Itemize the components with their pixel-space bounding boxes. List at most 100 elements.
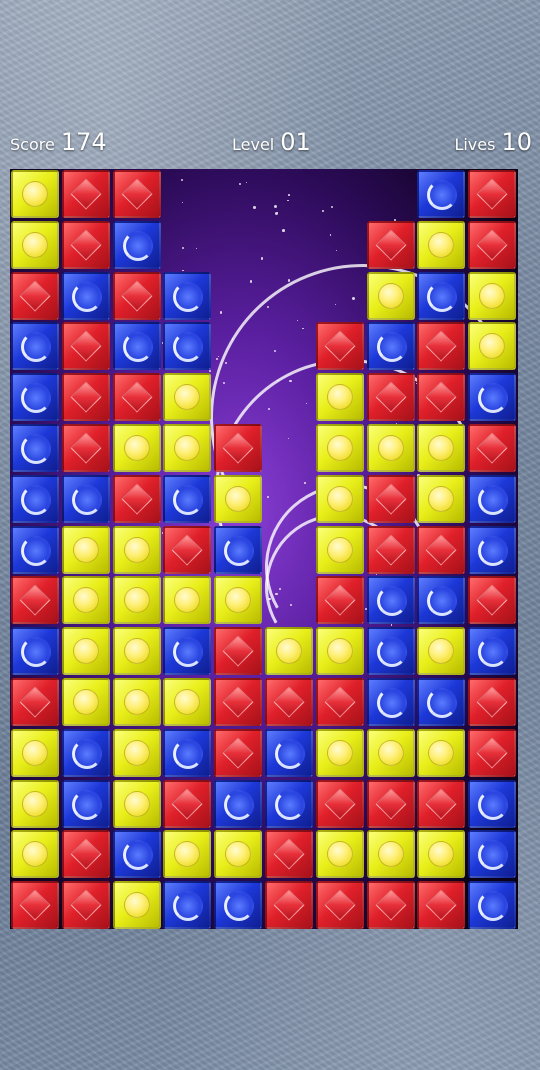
red-diamond-tile[interactable] [417, 373, 466, 422]
game-board[interactable] [10, 169, 518, 930]
red-diamond-tile[interactable] [214, 728, 263, 777]
yellow-circle-tile[interactable] [214, 576, 263, 625]
yellow-circle-tile[interactable] [112, 728, 161, 777]
yellow-circle-tile[interactable] [112, 779, 161, 828]
red-diamond-tile[interactable] [61, 830, 110, 879]
red-diamond-tile[interactable] [417, 779, 466, 828]
blue-moon-tile[interactable] [163, 474, 212, 523]
red-diamond-tile[interactable] [61, 881, 110, 930]
red-diamond-tile[interactable] [417, 881, 466, 930]
yellow-circle-tile[interactable] [366, 424, 415, 472]
red-diamond-tile[interactable] [468, 576, 517, 625]
blue-moon-tile[interactable] [61, 779, 110, 828]
red-diamond-tile[interactable] [112, 170, 161, 218]
yellow-circle-tile[interactable] [112, 424, 161, 472]
red-diamond-tile[interactable] [11, 881, 59, 930]
blue-moon-tile[interactable] [468, 474, 517, 523]
blue-moon-tile[interactable] [112, 830, 161, 879]
yellow-circle-tile[interactable] [163, 678, 212, 726]
blue-moon-tile[interactable] [163, 627, 212, 676]
yellow-circle-tile[interactable] [366, 271, 415, 320]
blue-moon-tile[interactable] [417, 678, 466, 726]
blue-moon-tile[interactable] [112, 322, 161, 371]
blue-moon-tile[interactable] [11, 627, 59, 676]
yellow-circle-tile[interactable] [315, 424, 364, 472]
red-diamond-tile[interactable] [468, 678, 517, 726]
red-diamond-tile[interactable] [315, 881, 364, 930]
blue-moon-tile[interactable] [11, 322, 59, 371]
yellow-circle-tile[interactable] [417, 627, 466, 676]
red-diamond-tile[interactable] [366, 881, 415, 930]
yellow-circle-tile[interactable] [112, 525, 161, 574]
blue-moon-tile[interactable] [417, 271, 466, 320]
red-diamond-tile[interactable] [61, 373, 110, 422]
red-diamond-tile[interactable] [468, 728, 517, 777]
yellow-circle-tile[interactable] [112, 881, 161, 930]
blue-moon-tile[interactable] [61, 271, 110, 320]
blue-moon-tile[interactable] [468, 373, 517, 422]
blue-moon-tile[interactable] [417, 576, 466, 625]
yellow-circle-tile[interactable] [11, 220, 59, 269]
blue-moon-tile[interactable] [417, 170, 466, 218]
yellow-circle-tile[interactable] [315, 474, 364, 523]
blue-moon-tile[interactable] [61, 728, 110, 777]
blue-moon-tile[interactable] [265, 728, 313, 777]
yellow-circle-tile[interactable] [61, 576, 110, 625]
red-diamond-tile[interactable] [366, 474, 415, 523]
yellow-circle-tile[interactable] [315, 830, 364, 879]
red-diamond-tile[interactable] [61, 322, 110, 371]
blue-moon-tile[interactable] [214, 525, 263, 574]
blue-moon-tile[interactable] [468, 627, 517, 676]
red-diamond-tile[interactable] [112, 373, 161, 422]
red-diamond-tile[interactable] [265, 881, 313, 930]
red-diamond-tile[interactable] [112, 271, 161, 320]
yellow-circle-tile[interactable] [11, 728, 59, 777]
red-diamond-tile[interactable] [265, 830, 313, 879]
yellow-circle-tile[interactable] [163, 576, 212, 625]
blue-moon-tile[interactable] [11, 373, 59, 422]
yellow-circle-tile[interactable] [265, 627, 313, 676]
yellow-circle-tile[interactable] [11, 170, 59, 218]
blue-moon-tile[interactable] [366, 322, 415, 371]
yellow-circle-tile[interactable] [61, 627, 110, 676]
red-diamond-tile[interactable] [112, 474, 161, 523]
blue-moon-tile[interactable] [163, 271, 212, 320]
red-diamond-tile[interactable] [163, 779, 212, 828]
yellow-circle-tile[interactable] [11, 779, 59, 828]
red-diamond-tile[interactable] [417, 322, 466, 371]
blue-moon-tile[interactable] [366, 576, 415, 625]
red-diamond-tile[interactable] [214, 424, 263, 472]
blue-moon-tile[interactable] [468, 525, 517, 574]
red-diamond-tile[interactable] [315, 779, 364, 828]
yellow-circle-tile[interactable] [112, 678, 161, 726]
red-diamond-tile[interactable] [315, 678, 364, 726]
blue-moon-tile[interactable] [163, 728, 212, 777]
red-diamond-tile[interactable] [163, 525, 212, 574]
yellow-circle-tile[interactable] [417, 474, 466, 523]
red-diamond-tile[interactable] [366, 220, 415, 269]
red-diamond-tile[interactable] [11, 678, 59, 726]
blue-moon-tile[interactable] [11, 525, 59, 574]
red-diamond-tile[interactable] [366, 373, 415, 422]
blue-moon-tile[interactable] [163, 322, 212, 371]
red-diamond-tile[interactable] [315, 322, 364, 371]
yellow-circle-tile[interactable] [315, 728, 364, 777]
blue-moon-tile[interactable] [468, 779, 517, 828]
yellow-circle-tile[interactable] [315, 525, 364, 574]
red-diamond-tile[interactable] [214, 678, 263, 726]
red-diamond-tile[interactable] [214, 627, 263, 676]
yellow-circle-tile[interactable] [163, 830, 212, 879]
blue-moon-tile[interactable] [11, 474, 59, 523]
yellow-circle-tile[interactable] [163, 373, 212, 422]
yellow-circle-tile[interactable] [214, 474, 263, 523]
yellow-circle-tile[interactable] [366, 830, 415, 879]
red-diamond-tile[interactable] [61, 170, 110, 218]
yellow-circle-tile[interactable] [61, 525, 110, 574]
yellow-circle-tile[interactable] [468, 271, 517, 320]
red-diamond-tile[interactable] [366, 779, 415, 828]
yellow-circle-tile[interactable] [315, 373, 364, 422]
red-diamond-tile[interactable] [366, 525, 415, 574]
blue-moon-tile[interactable] [61, 474, 110, 523]
yellow-circle-tile[interactable] [417, 424, 466, 472]
yellow-circle-tile[interactable] [11, 830, 59, 879]
